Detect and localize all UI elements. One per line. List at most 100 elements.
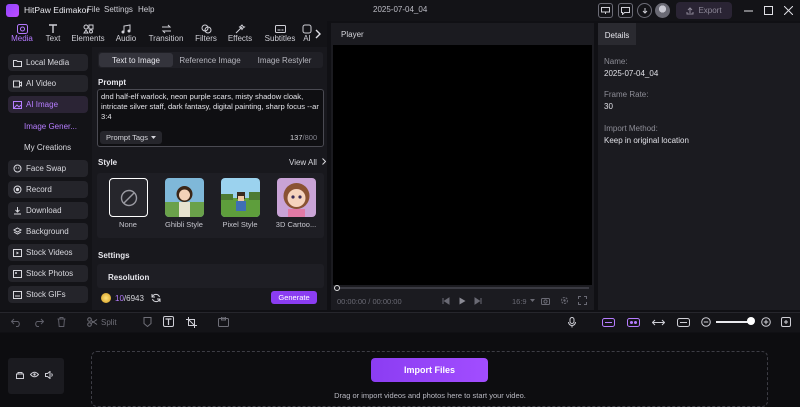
style-card-none[interactable] [109, 178, 148, 217]
minimize-icon[interactable] [742, 4, 755, 17]
tab-media[interactable]: Media [8, 21, 36, 47]
magnet-snap-icon[interactable] [601, 316, 615, 328]
sidebar-item-local-media[interactable]: Local Media [8, 54, 88, 71]
sidebar-item-record[interactable]: Record [8, 181, 88, 198]
microphone-icon[interactable] [566, 316, 578, 328]
settings-icon[interactable] [560, 296, 569, 305]
snapshot-icon[interactable] [541, 296, 550, 305]
redo-icon[interactable] [32, 316, 44, 328]
effects-icon [234, 23, 246, 34]
style-title: Style [98, 158, 118, 167]
style-card-3d-cartoon[interactable] [277, 178, 316, 217]
player-preview[interactable] [333, 45, 592, 285]
scrubber-handle[interactable] [334, 285, 340, 291]
transition-icon [160, 23, 172, 34]
detail-name-value: 2025-07-04_04 [604, 69, 659, 78]
ghibli-style-thumbnail [165, 178, 204, 217]
menu-help[interactable]: Help [138, 5, 154, 14]
text-tool-icon[interactable] [163, 316, 174, 327]
sidebar-item-stock-videos[interactable]: Stock Videos [8, 244, 88, 261]
style-label-none: None [119, 220, 137, 229]
track-lock-icon[interactable] [15, 370, 24, 379]
zoom-in-icon[interactable] [760, 316, 772, 328]
menu-settings[interactable]: Settings [104, 5, 133, 14]
split-label[interactable]: Split [101, 318, 117, 327]
ratio-caret-icon [530, 298, 535, 303]
sidebar-item-background[interactable]: Background [8, 223, 88, 240]
detail-name-label: Name: [604, 57, 628, 66]
sidebar-item-ai-image[interactable]: AI Image [8, 96, 88, 113]
crop-icon[interactable] [185, 316, 197, 328]
delete-icon[interactable] [55, 316, 67, 328]
link-track-icon[interactable] [626, 316, 640, 328]
tab-filters[interactable]: Filters [193, 21, 219, 47]
detail-import-method-label: Import Method: [604, 124, 658, 133]
pixel-style-thumbnail [221, 178, 260, 217]
menu-file[interactable]: File [87, 5, 100, 14]
ai-image-icon [13, 100, 22, 109]
refresh-icon[interactable] [150, 292, 161, 303]
tabs-scroll-right-icon[interactable] [313, 27, 323, 41]
download-progress-icon[interactable] [637, 3, 652, 18]
ai-icon [302, 23, 312, 34]
tab-text-to-image[interactable]: Text to Image [99, 53, 173, 67]
credits-coin-icon [101, 293, 111, 303]
ai-video-icon [13, 79, 22, 88]
player-scrubber[interactable] [336, 287, 589, 289]
prompt-tags-dropdown[interactable]: Prompt Tags [100, 131, 162, 144]
tab-image-restyler[interactable]: Image Restyler [247, 53, 322, 67]
chevron-right-icon [322, 158, 327, 165]
generate-button[interactable]: Generate [271, 291, 317, 304]
aspect-ratio-select[interactable]: 16:9 [512, 297, 527, 306]
prompt-text[interactable]: dnd half-elf warlock, neon purple scars,… [101, 92, 321, 122]
export-button[interactable]: Export [676, 2, 732, 19]
split-icon[interactable] [86, 316, 98, 328]
sidebar-item-ai-video[interactable]: AI Video [8, 75, 88, 92]
tab-details[interactable]: Details [598, 23, 636, 45]
fullscreen-icon[interactable] [578, 296, 587, 305]
zoom-slider[interactable] [716, 321, 751, 323]
maximize-icon[interactable] [762, 4, 775, 17]
zoom-out-icon[interactable] [700, 316, 712, 328]
track-visibility-icon[interactable] [30, 370, 39, 379]
tab-transition[interactable]: Transition [147, 21, 185, 47]
detail-framerate-label: Frame Rate: [604, 90, 649, 99]
style-label-ghibli: Ghibli Style [165, 220, 203, 229]
media-frame-icon[interactable] [217, 316, 229, 328]
style-card-ghibli[interactable] [165, 178, 204, 217]
play-icon[interactable] [457, 296, 466, 305]
style-card-pixel[interactable] [221, 178, 260, 217]
tab-ai[interactable]: AI [302, 21, 312, 47]
resolution-label: Resolution [108, 273, 150, 282]
next-frame-icon[interactable] [473, 296, 482, 305]
prompt-char-count: 137/800 [290, 133, 318, 142]
tab-text[interactable]: Text [42, 21, 64, 47]
zoom-slider-handle[interactable] [747, 317, 755, 325]
user-avatar[interactable] [655, 3, 670, 18]
tab-audio[interactable]: Audio [114, 21, 138, 47]
export-icon [686, 6, 694, 15]
tab-reference-image[interactable]: Reference Image [173, 53, 247, 67]
feedback-icon[interactable] [618, 3, 633, 18]
fit-timeline-icon[interactable] [676, 316, 690, 328]
undo-icon[interactable] [10, 316, 22, 328]
sidebar-subitem-my-creations[interactable]: My Creations [24, 143, 71, 152]
sidebar-item-face-swap[interactable]: Face Swap [8, 160, 88, 177]
timeline-settings-icon[interactable] [780, 316, 792, 328]
face-swap-icon [13, 164, 22, 173]
import-files-button[interactable]: Import Files [371, 358, 488, 382]
tab-subtitles[interactable]: Subtitles [262, 21, 298, 47]
tab-effects[interactable]: Effects [226, 21, 254, 47]
sidebar-subitem-image-generator[interactable]: Image Gener... [24, 122, 77, 131]
auto-ripple-icon[interactable] [651, 316, 665, 328]
tab-elements[interactable]: Elements [71, 21, 105, 47]
screen-icon[interactable] [598, 3, 613, 18]
marker-icon[interactable] [141, 316, 153, 328]
previous-frame-icon[interactable] [441, 296, 450, 305]
view-all-styles-link[interactable]: View All [289, 158, 327, 167]
sidebar-item-stock-photos[interactable]: Stock Photos [8, 265, 88, 282]
sidebar-item-download[interactable]: Download [8, 202, 88, 219]
track-mute-icon[interactable] [45, 370, 54, 379]
close-icon[interactable] [782, 4, 795, 17]
sidebar-item-stock-gifs[interactable]: Stock GIFs [8, 286, 88, 303]
